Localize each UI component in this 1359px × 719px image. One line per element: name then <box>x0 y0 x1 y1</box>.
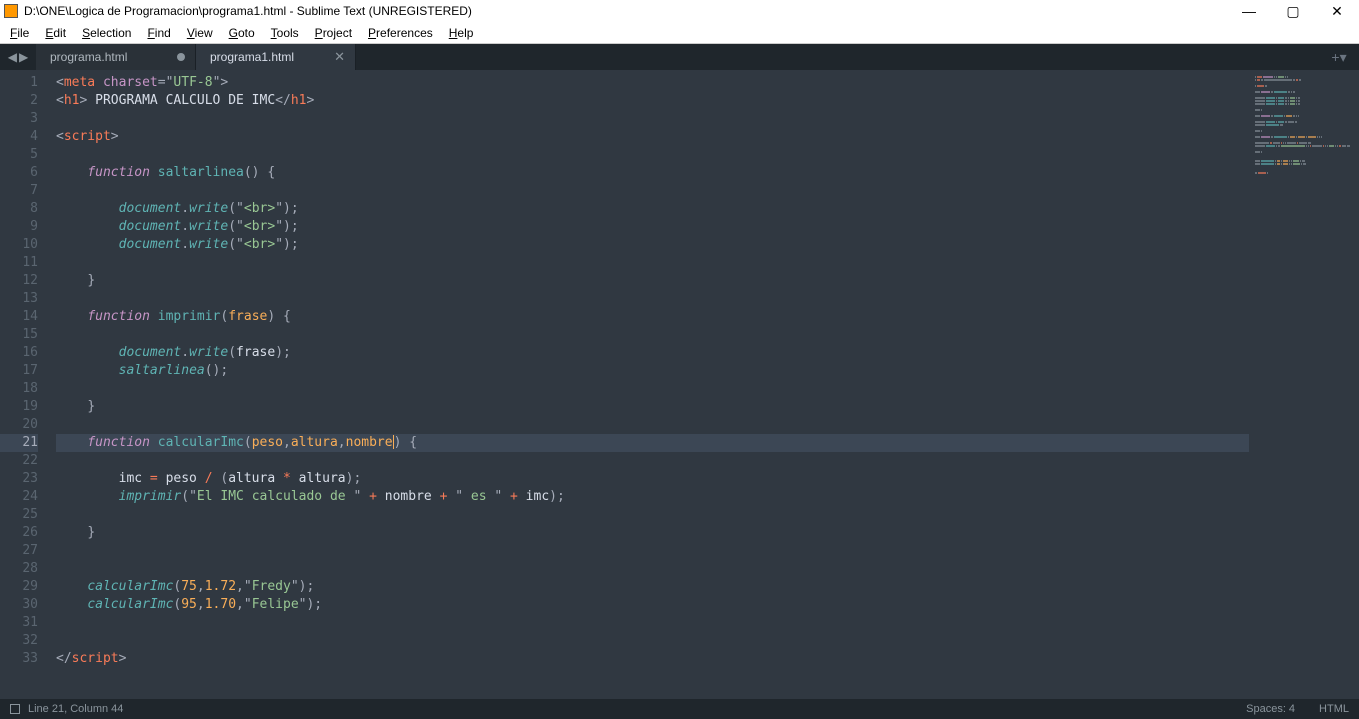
menu-help[interactable]: Help <box>443 24 480 42</box>
menu-view[interactable]: View <box>181 24 219 42</box>
minimap[interactable] <box>1249 70 1359 699</box>
tab-label: programa.html <box>50 50 127 64</box>
tab-bar: ◀ ▶ programa.html programa1.html ✕ + ▾ <box>0 44 1359 70</box>
menu-preferences[interactable]: Preferences <box>362 24 439 42</box>
dropdown-icon: ▾ <box>1340 49 1347 66</box>
cursor-position[interactable]: Line 21, Column 44 <box>28 703 123 715</box>
line-gutter[interactable]: 1234567891011121314151617181920212223242… <box>0 70 48 699</box>
app-logo-icon <box>4 4 18 18</box>
menu-goto[interactable]: Goto <box>223 24 261 42</box>
menu-find[interactable]: Find <box>141 24 176 42</box>
minimize-button[interactable]: — <box>1239 3 1259 20</box>
tab-programa1[interactable]: programa1.html ✕ <box>196 44 356 70</box>
menu-edit[interactable]: Edit <box>39 24 72 42</box>
tab-programa[interactable]: programa.html <box>36 44 196 70</box>
menu-bar: File Edit Selection Find View Goto Tools… <box>0 22 1359 44</box>
menu-selection[interactable]: Selection <box>76 24 137 42</box>
close-tab-icon[interactable]: ✕ <box>334 49 345 65</box>
plus-icon: + <box>1331 49 1339 65</box>
menu-file[interactable]: File <box>4 24 35 42</box>
new-tab-button[interactable]: + ▾ <box>1319 44 1359 70</box>
dirty-indicator-icon <box>177 53 185 61</box>
menu-tools[interactable]: Tools <box>265 24 305 42</box>
code-editor[interactable]: <meta charset="UTF-8"><h1> PROGRAMA CALC… <box>48 70 1249 699</box>
close-window-button[interactable]: ✕ <box>1327 3 1347 20</box>
tab-label: programa1.html <box>210 50 294 64</box>
title-bar: D:\ONE\Logica de Programacion\programa1.… <box>0 0 1359 22</box>
status-bar: Line 21, Column 44 Spaces: 4 HTML <box>0 699 1359 719</box>
maximize-button[interactable]: ▢ <box>1283 3 1303 20</box>
tab-spacer <box>356 44 1319 70</box>
nav-forward-icon[interactable]: ▶ <box>19 50 28 64</box>
syntax-setting[interactable]: HTML <box>1319 703 1349 715</box>
menu-project[interactable]: Project <box>309 24 358 42</box>
window-controls: — ▢ ✕ <box>1239 3 1355 20</box>
editor-area: 1234567891011121314151617181920212223242… <box>0 70 1359 699</box>
nav-back-icon[interactable]: ◀ <box>8 50 17 64</box>
tab-nav-arrows[interactable]: ◀ ▶ <box>0 44 36 70</box>
panel-toggle-icon[interactable] <box>10 704 20 714</box>
indent-setting[interactable]: Spaces: 4 <box>1246 703 1295 715</box>
window-title: D:\ONE\Logica de Programacion\programa1.… <box>24 4 1239 18</box>
